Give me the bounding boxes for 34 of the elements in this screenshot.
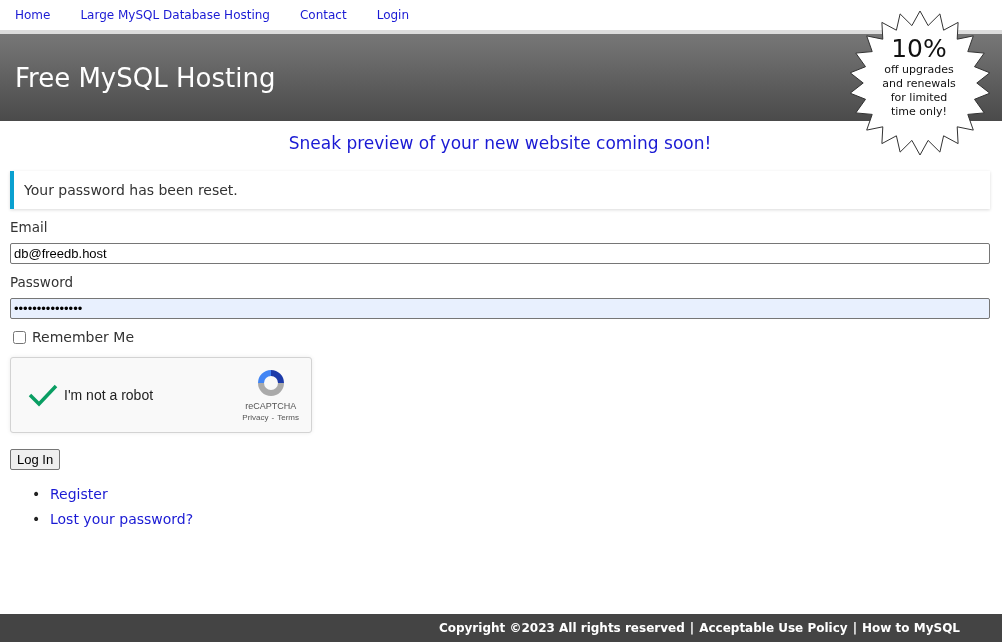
remember-checkbox[interactable] — [13, 330, 26, 344]
email-label: Email — [10, 219, 49, 235]
copyright-text: Copyright ©2023 All rights reserved — [438, 621, 685, 635]
footer-link[interactable]: How to MySQL — [862, 621, 960, 635]
privacy-link[interactable]: Privacy — [242, 413, 269, 422]
account-link[interactable]: Lost your password? — [50, 511, 194, 527]
promo-text: for limited — [890, 91, 948, 105]
site-title: Free MySQL Hosting — [15, 62, 276, 93]
promo-headline: 10% — [891, 35, 947, 63]
password-label: Password — [10, 274, 75, 290]
bullet: • — [32, 485, 42, 504]
email-field[interactable]: db@freedb.host — [10, 243, 990, 264]
promo-text: time only! — [891, 105, 947, 119]
footer-separator: | — [689, 621, 695, 635]
bullet: • — [32, 510, 42, 529]
captcha-label: I'm not a robot — [64, 387, 154, 403]
terms-link[interactable]: Terms — [277, 413, 299, 422]
login-button[interactable]: Log In — [10, 449, 61, 470]
account-link[interactable]: Register — [50, 486, 108, 502]
remember-label: Remember Me — [32, 329, 134, 345]
captcha-widget[interactable]: I'm not a robot reCAPTCHA Privacy - Terms — [10, 357, 312, 433]
promo-text: off upgrades — [884, 63, 954, 77]
password-field[interactable]: ••••••••••••••• — [10, 298, 990, 319]
nav-link[interactable]: Home — [15, 8, 51, 22]
nav-link[interactable]: Contact — [300, 8, 347, 22]
notice-message: Your password has been reset. — [10, 171, 990, 209]
nav-link[interactable]: Large MySQL Database Hosting — [80, 8, 270, 22]
footer-separator: | — [852, 621, 858, 635]
recaptcha-brand: reCAPTCHA — [245, 401, 297, 411]
nav-link[interactable]: Login — [376, 8, 410, 22]
promo-text: and renewals — [882, 77, 956, 91]
tagline: Sneak preview of your new website coming soon! — [287, 133, 713, 155]
link-separator: - — [271, 413, 275, 422]
footer-link[interactable]: Acceptable Use Policy — [699, 621, 848, 635]
